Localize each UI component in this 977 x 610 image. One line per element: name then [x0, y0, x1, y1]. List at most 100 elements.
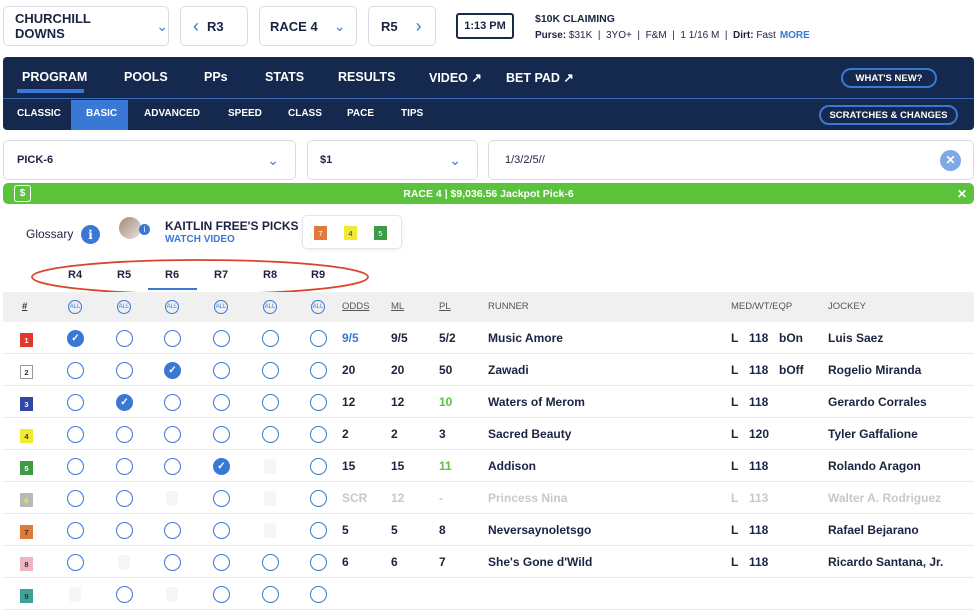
subtab-advanced[interactable]: ADVANCED [144, 108, 200, 119]
watch-video-link[interactable]: WATCH VIDEO [165, 234, 235, 245]
select-all-button[interactable]: ALL [165, 300, 179, 314]
select-radio[interactable] [164, 394, 181, 411]
subtab-tips[interactable]: TIPS [401, 108, 423, 119]
selected-radio[interactable]: ✓ [116, 394, 133, 411]
scratches-button[interactable]: SCRATCHES & CHANGES [819, 105, 958, 125]
more-link[interactable]: MORE [780, 30, 810, 41]
header-odds[interactable]: ODDS [342, 301, 369, 312]
select-radio[interactable] [116, 362, 133, 379]
select-radio[interactable] [67, 554, 84, 571]
header-ml[interactable]: ML [391, 301, 404, 312]
select-radio[interactable] [310, 330, 327, 347]
runner-name[interactable]: She's Gone d'Wild [488, 555, 592, 569]
selected-radio[interactable]: ✓ [164, 362, 181, 379]
select-radio[interactable] [164, 522, 181, 539]
bet-amount-select[interactable]: $1 ⌄ [307, 140, 478, 180]
tab-bet-pad[interactable]: BET PAD ↗ [506, 70, 574, 85]
selected-radio[interactable]: ✓ [67, 330, 84, 347]
runner-name[interactable]: Sacred Beauty [488, 427, 571, 441]
select-all-button[interactable]: ALL [311, 300, 325, 314]
select-radio[interactable] [213, 330, 230, 347]
select-radio[interactable] [116, 586, 133, 603]
select-radio[interactable] [310, 586, 327, 603]
select-radio[interactable] [164, 330, 181, 347]
select-radio[interactable] [116, 330, 133, 347]
select-radio[interactable] [213, 426, 230, 443]
select-radio[interactable] [310, 522, 327, 539]
runner-name[interactable]: Zawadi [488, 363, 529, 377]
runner-name[interactable]: Waters of Merom [488, 395, 585, 409]
next-race-button[interactable]: R5 › [368, 6, 436, 46]
select-radio[interactable] [262, 362, 279, 379]
subtab-classic[interactable]: CLASSIC [17, 108, 61, 119]
select-radio[interactable] [213, 394, 230, 411]
select-radio[interactable] [262, 554, 279, 571]
select-radio[interactable] [164, 458, 181, 475]
header-jockey: JOCKEY [828, 301, 867, 312]
tab-pps[interactable]: PPs [204, 70, 228, 84]
select-radio[interactable] [67, 458, 84, 475]
bet-type-select[interactable]: PICK-6 ⌄ [3, 140, 296, 180]
tab-video[interactable]: VIDEO ↗ [429, 70, 482, 85]
select-radio[interactable] [310, 362, 327, 379]
select-radio[interactable] [262, 330, 279, 347]
subtab-speed[interactable]: SPEED [228, 108, 262, 119]
header-num[interactable]: # [22, 301, 27, 312]
select-radio[interactable] [116, 458, 133, 475]
avatar [119, 217, 141, 239]
select-radio[interactable] [67, 522, 84, 539]
select-radio[interactable] [164, 426, 181, 443]
tab-results[interactable]: RESULTS [338, 70, 395, 84]
subtab-pace[interactable]: PACE [347, 108, 374, 119]
select-all-button[interactable]: ALL [263, 300, 277, 314]
chevron-down-icon: ⌄ [333, 17, 346, 34]
tab-stats[interactable]: STATS [265, 70, 304, 84]
select-radio[interactable] [310, 426, 327, 443]
select-radio[interactable] [213, 522, 230, 539]
runner-name[interactable]: Music Amore [488, 331, 563, 345]
tab-pools[interactable]: POOLS [124, 70, 168, 84]
subtab-basic[interactable]: BASIC [86, 108, 117, 119]
whats-new-button[interactable]: WHAT'S NEW? [841, 68, 937, 88]
runner-name[interactable]: Addison [488, 459, 536, 473]
select-radio[interactable] [67, 362, 84, 379]
select-radio[interactable] [310, 394, 327, 411]
prev-race-button[interactable]: ‹ R3 [180, 6, 248, 46]
select-radio[interactable] [310, 554, 327, 571]
select-all-button[interactable]: ALL [214, 300, 228, 314]
select-radio[interactable] [164, 554, 181, 571]
select-radio[interactable] [116, 426, 133, 443]
select-radio[interactable] [213, 490, 230, 507]
select-radio[interactable] [116, 490, 133, 507]
select-radio[interactable] [310, 490, 327, 507]
info-icon[interactable]: i [81, 225, 100, 244]
runner-name[interactable]: Princess Nina [488, 491, 567, 505]
select-radio[interactable] [310, 458, 327, 475]
select-radio[interactable] [67, 490, 84, 507]
odds: 20 [342, 363, 356, 377]
selected-radio[interactable]: ✓ [213, 458, 230, 475]
select-radio[interactable] [262, 426, 279, 443]
select-radio[interactable] [262, 394, 279, 411]
select-all-button[interactable]: ALL [117, 300, 131, 314]
bet-selection-input[interactable]: 1/3/2/5// ✕ [488, 140, 974, 180]
close-icon[interactable]: ✕ [957, 187, 967, 201]
glossary-label[interactable]: Glossary [26, 227, 73, 241]
select-radio[interactable] [67, 426, 84, 443]
subtab-class[interactable]: CLASS [288, 108, 322, 119]
select-radio[interactable] [213, 586, 230, 603]
select-radio[interactable] [67, 394, 84, 411]
select-radio[interactable] [213, 362, 230, 379]
select-radio[interactable] [262, 586, 279, 603]
tab-program[interactable]: PROGRAM [22, 70, 87, 84]
select-all-button[interactable]: ALL [68, 300, 82, 314]
runner-name[interactable]: Neversaynoletsgo [488, 523, 591, 537]
clear-icon[interactable]: ✕ [940, 149, 961, 171]
race-select[interactable]: RACE 4 ⌄ [259, 6, 357, 46]
select-radio[interactable] [116, 522, 133, 539]
header-pl[interactable]: PL [439, 301, 451, 312]
track-select[interactable]: CHURCHILL DOWNS ⌄ [3, 6, 169, 46]
info-icon[interactable]: i [139, 224, 150, 235]
equipment: bOff [779, 363, 804, 377]
select-radio[interactable] [213, 554, 230, 571]
